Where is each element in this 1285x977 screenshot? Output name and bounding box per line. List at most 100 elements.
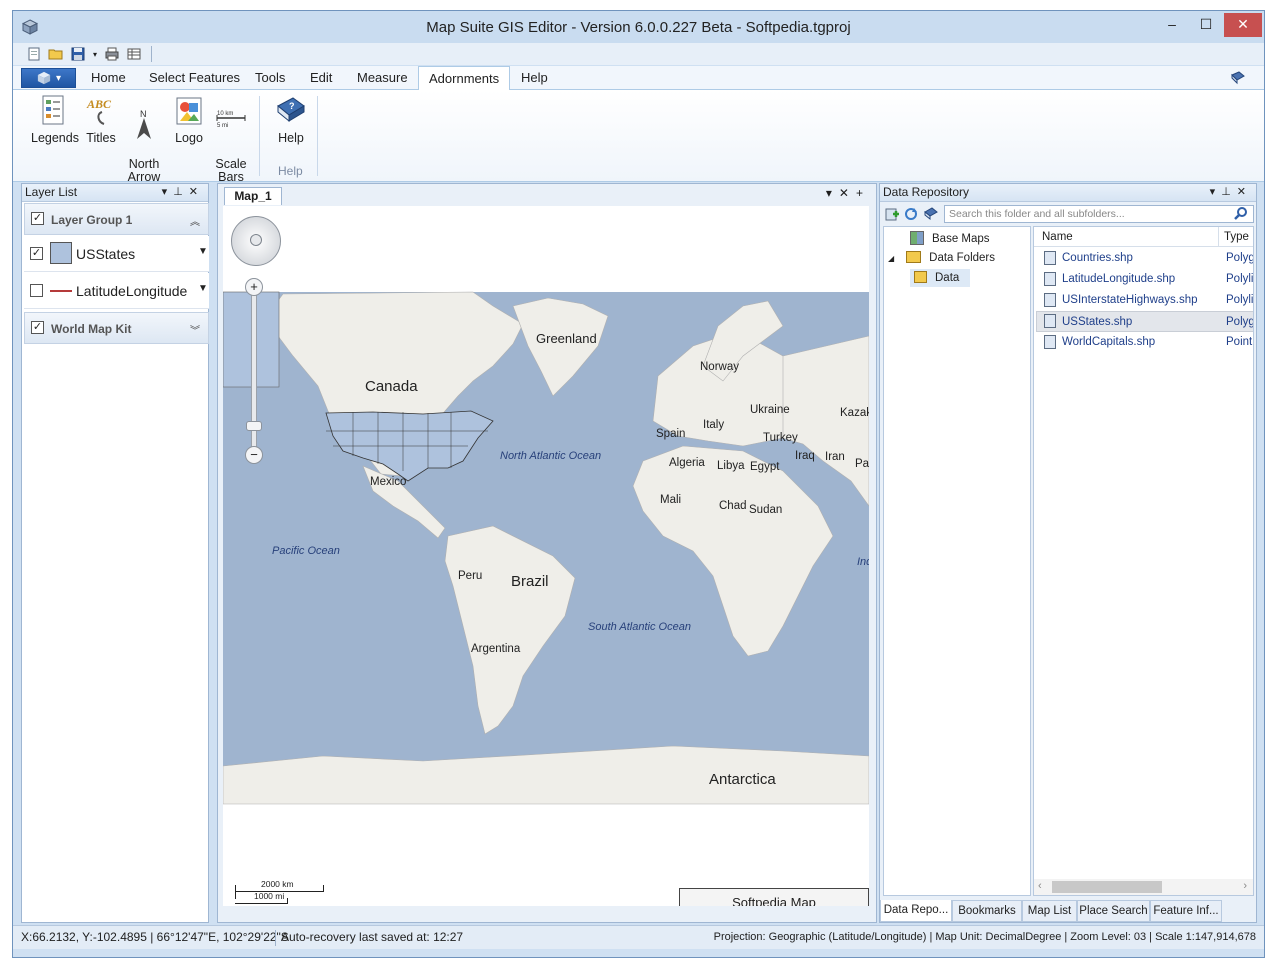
file-row[interactable]: Countries.shp Polyg (1036, 248, 1253, 269)
scroll-right-icon[interactable]: › (1243, 880, 1247, 892)
tab-edit[interactable]: Edit (300, 66, 342, 90)
pin-icon[interactable]: ⊥ (1221, 186, 1237, 198)
zoom-slider[interactable]: + − (245, 278, 265, 468)
tab-bookmarks[interactable]: Bookmarks (952, 900, 1022, 922)
scale-bars-button[interactable]: 10 km 5 mi Scale Bars (211, 94, 251, 197)
file-row[interactable]: WorldCapitals.shp Point (1036, 332, 1253, 353)
data-repository-header: Data Repository ▾⊥✕ (880, 184, 1256, 202)
titles-label: Titles (86, 131, 116, 145)
tree-item-base-maps[interactable]: Base Maps (910, 231, 990, 245)
expand-triangle-icon[interactable]: ◢ (888, 254, 894, 263)
scale-bar-mi: 1000 mi (254, 891, 285, 901)
logo-button[interactable]: Logo (169, 94, 209, 145)
map-label-mexico: Mexico (370, 476, 407, 488)
zoom-out-icon[interactable]: − (245, 446, 263, 464)
tab-place-search[interactable]: Place Search (1077, 900, 1150, 922)
search-icon[interactable] (1234, 206, 1248, 223)
tree-item-data[interactable]: Data (910, 269, 970, 287)
tab-measure[interactable]: Measure (347, 66, 418, 90)
pan-center-icon[interactable] (250, 234, 262, 246)
close-icon[interactable]: ✕ (189, 186, 204, 198)
scroll-left-icon[interactable]: ‹ (1038, 880, 1042, 892)
panel-dropdown-icon[interactable]: ▾ (1210, 186, 1222, 198)
logo-label: Logo (175, 131, 203, 145)
file-type: Polyli (1226, 273, 1254, 285)
zoom-thumb[interactable] (246, 421, 262, 431)
maximize-button[interactable]: ☐ (1188, 13, 1224, 37)
map-label-turkey: Turkey (763, 432, 798, 444)
qat-dropdown-icon[interactable]: ▾ (91, 45, 99, 63)
layer-group-checkbox[interactable]: ✓ (31, 321, 44, 334)
file-row[interactable]: LatitudeLongitude.shp Polyli (1036, 269, 1254, 290)
tree-item-data-folders[interactable]: ◢ Data Folders (888, 251, 995, 264)
tab-adornments[interactable]: Adornments (418, 66, 511, 91)
expand-icon[interactable]: ︾ (190, 322, 200, 337)
scale-bar[interactable]: 2000 km 1000 mi (235, 879, 325, 906)
layer-checkbox[interactable] (30, 284, 43, 297)
open-folder-icon[interactable] (47, 45, 65, 63)
zoom-in-icon[interactable]: + (245, 278, 263, 296)
refresh-icon[interactable] (903, 206, 919, 225)
help-book-small-icon[interactable] (1230, 70, 1246, 86)
layer-group-header[interactable]: ✓ World Map Kit ︾ (24, 312, 209, 344)
layer-group-checkbox[interactable]: ✓ (31, 212, 44, 225)
north-arrow-icon: N (128, 107, 160, 141)
tab-feature-info[interactable]: Feature Inf... (1150, 900, 1222, 922)
panel-tools: ▾⊥✕ (162, 184, 204, 201)
layer-group-title: Layer Group 1 (51, 213, 133, 227)
repository-search-input[interactable]: Search this folder and all subfolders... (944, 205, 1254, 223)
tab-data-repository[interactable]: Data Repo... (880, 900, 952, 922)
map-title-adornment[interactable]: Softpedia Map (679, 888, 869, 906)
tab-tools[interactable]: Tools (245, 66, 295, 90)
help-book-small-icon[interactable] (923, 206, 939, 225)
tab-home[interactable]: Home (81, 66, 136, 90)
tab-map-list[interactable]: Map List (1022, 900, 1077, 922)
map-canvas[interactable]: + − Greenland Canada Norway Ukraine Kaza… (223, 206, 869, 906)
layer-item-latitudelongitude[interactable]: LatitudeLongitude ▼ (24, 273, 209, 309)
layer-item-usstates[interactable]: ✓ USStates ▼ (24, 236, 209, 272)
file-row[interactable]: USInterstateHighways.shp Polyli (1036, 290, 1254, 311)
map-document-tab[interactable]: Map_1 (224, 187, 282, 205)
close-icon[interactable]: ✕ (1237, 186, 1252, 198)
panel-dropdown-icon[interactable]: ▾ (162, 186, 174, 198)
tab-dropdown-icon[interactable]: ▾ (826, 186, 839, 200)
collapse-icon[interactable]: ︽ (190, 213, 200, 228)
line-style-swatch[interactable] (50, 290, 72, 292)
file-type: Polyli (1226, 294, 1254, 306)
table-icon[interactable] (125, 45, 143, 63)
layer-checkbox[interactable]: ✓ (30, 247, 43, 260)
minimize-button[interactable]: – (1154, 13, 1190, 37)
print-icon[interactable] (103, 45, 121, 63)
tab-help[interactable]: Help (511, 66, 558, 90)
layer-dropdown-icon[interactable]: ▼ (198, 283, 210, 294)
scrollbar-thumb[interactable] (1052, 881, 1162, 893)
pin-icon[interactable]: ⊥ (173, 186, 189, 198)
layer-group-header[interactable]: ✓ Layer Group 1 ︽ (24, 203, 209, 235)
add-data-icon[interactable] (884, 206, 900, 225)
titles-button[interactable]: ABC Titles (83, 94, 119, 145)
tab-select-features[interactable]: Select Features (139, 66, 250, 90)
column-header-type[interactable]: Type (1224, 231, 1249, 243)
add-tab-icon[interactable]: + (856, 186, 870, 200)
close-icon[interactable]: ✕ (839, 186, 856, 200)
help-button[interactable]: ? Help (271, 94, 311, 145)
save-icon[interactable] (69, 45, 87, 63)
new-project-icon[interactable] (25, 45, 43, 63)
legends-button[interactable]: Legends (31, 94, 79, 145)
file-row-selected[interactable]: USStates.shp Polyg (1036, 311, 1253, 332)
file-name: Countries.shp (1062, 252, 1133, 264)
close-button[interactable]: ✕ (1224, 13, 1262, 37)
pan-control[interactable] (231, 216, 281, 266)
layer-group-title: World Map Kit (51, 322, 132, 336)
polygon-style-swatch[interactable] (50, 242, 72, 264)
help-label: Help (278, 131, 304, 145)
horizontal-scrollbar[interactable]: ‹ › (1034, 879, 1253, 895)
database-folder-icon (914, 271, 927, 283)
app-menu-button[interactable]: ▾ (21, 68, 76, 88)
map-label-italy: Italy (703, 419, 725, 431)
column-divider[interactable] (1218, 227, 1219, 247)
north-arrow-button[interactable]: N North Arrow (123, 94, 165, 197)
north-arrow-label: North Arrow (127, 157, 161, 184)
column-header-name[interactable]: Name (1042, 231, 1073, 243)
layer-dropdown-icon[interactable]: ▼ (198, 246, 210, 257)
